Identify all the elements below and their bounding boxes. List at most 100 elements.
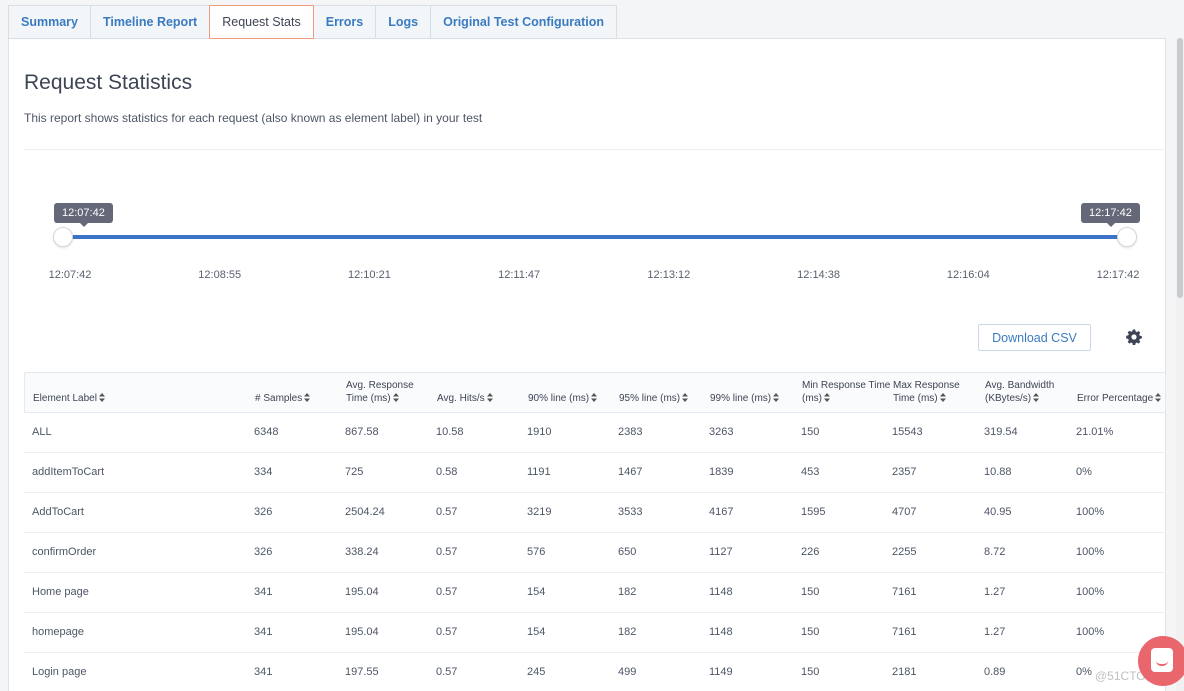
column-header-line1: Min Response Time [802, 380, 891, 391]
time-tick-label: 12:08:55 [198, 269, 242, 281]
page-title: Request Statistics [24, 71, 193, 94]
table-cell: ALL [32, 426, 52, 438]
tab-timeline-report[interactable]: Timeline Report [89, 5, 210, 39]
table-row[interactable]: ALL 6348 867.58 10.58 1910 2383 3263 150 15543 31… [24, 413, 1166, 453]
column-header[interactable]: Error Percentage [1077, 392, 1162, 405]
table-cell: 3219 [527, 506, 552, 518]
table-row[interactable]: AddToCart 326 2504.24 0.57 3219 3533 4167 1595 4… [24, 493, 1166, 533]
scrollbar-thumb[interactable] [1177, 38, 1183, 298]
table-cell: 2181 [892, 666, 917, 678]
tab-summary[interactable]: Summary [8, 5, 90, 39]
table-cell: 100% [1076, 546, 1105, 558]
table-row[interactable]: homepage 341 195.04 0.57 154 182 1148 150 7161 1.… [24, 613, 1166, 653]
table-cell: 100% [1076, 586, 1105, 598]
tab-logs[interactable]: Logs [375, 5, 431, 39]
sort-icon[interactable] [682, 393, 689, 403]
column-header[interactable]: Min Response Time (ms) [802, 379, 890, 405]
sort-icon[interactable] [304, 393, 311, 403]
time-tick-label: 12:11:47 [498, 269, 541, 281]
end-handle[interactable] [1117, 227, 1137, 247]
report-tabs: Summary Timeline Report Request Stats Er… [8, 5, 618, 39]
table-cell: 0.58 [436, 466, 458, 478]
tab-original-test-configuration[interactable]: Original Test Configuration [430, 5, 618, 39]
sort-icon[interactable] [824, 393, 830, 403]
table-cell: 326 [254, 546, 273, 558]
column-header[interactable]: 99% line (ms) [710, 392, 780, 405]
table-body: ALL 6348 867.58 10.58 1910 2383 3263 150 15543 31… [24, 413, 1166, 691]
table-cell: 1910 [527, 426, 552, 438]
column-header[interactable]: 90% line (ms) [528, 392, 598, 405]
table-row[interactable]: Home page 341 195.04 0.57 154 182 1148 150 7161 1… [24, 573, 1166, 613]
table-cell: 1148 [709, 626, 733, 638]
table-cell: 3263 [709, 426, 734, 438]
table-cell: 867.58 [345, 426, 379, 438]
time-tick-label: 12:16:04 [946, 269, 990, 281]
table-cell: 197.55 [345, 666, 379, 678]
start-handle[interactable] [53, 227, 73, 247]
column-header[interactable]: Max Response Time (ms) [893, 379, 960, 405]
sort-icon[interactable] [392, 393, 399, 403]
time-tick-label: 12:07:42 [48, 269, 92, 281]
page-description: This report shows statistics for each re… [24, 111, 483, 125]
table-cell: 0.57 [436, 626, 458, 638]
sort-icon[interactable] [773, 393, 780, 403]
sort-icon[interactable] [1155, 393, 1162, 403]
table-cell: 0% [1076, 666, 1092, 678]
table-cell: 334 [254, 466, 273, 478]
table-cell: confirmOrder [32, 546, 97, 558]
sort-icon[interactable] [98, 393, 105, 403]
request-stats-table: Element Label # Samples Avg. Response Time … [24, 372, 1166, 691]
sort-icon[interactable] [591, 393, 598, 403]
table-row[interactable]: addItemToCart 334 725 0.58 1191 1467 1839 453 23… [24, 453, 1166, 493]
download-csv-button[interactable]: Download CSV [978, 324, 1091, 351]
table-cell: 10.58 [436, 426, 464, 438]
request-stats-panel: Request Statistics This report shows sta… [8, 38, 1166, 691]
slider-track-selected[interactable] [63, 235, 1127, 239]
column-header-label: 99% line (ms) [710, 393, 772, 404]
table-cell: 100% [1076, 626, 1105, 638]
table-cell: 725 [345, 466, 364, 478]
column-header[interactable]: Avg. Bandwidth (KBytes/s) [985, 379, 1054, 405]
chat-widget-button[interactable] [1138, 636, 1184, 686]
column-header[interactable]: # Samples [255, 392, 311, 405]
column-header[interactable]: Element Label [33, 392, 105, 405]
table-cell: 4167 [709, 506, 734, 518]
sort-icon[interactable] [939, 393, 946, 403]
tab-request-stats[interactable]: Request Stats [209, 5, 314, 39]
column-header[interactable]: Avg. Response Time (ms) [346, 379, 414, 405]
table-cell: 453 [801, 466, 820, 478]
sort-icon[interactable] [486, 393, 493, 403]
table-cell: 150 [801, 626, 820, 638]
table-cell: addItemToCart [32, 466, 105, 478]
table-cell: 319.54 [984, 426, 1018, 438]
column-header[interactable]: 95% line (ms) [619, 392, 689, 405]
column-header[interactable]: Avg. Hits/s [437, 392, 493, 405]
column-header-label: Avg. Hits/s [437, 393, 485, 404]
gear-icon[interactable] [1126, 329, 1142, 345]
table-cell: 576 [527, 546, 546, 558]
table-row[interactable]: Login page 341 197.55 0.57 245 499 1149 150 2181… [24, 653, 1166, 691]
column-header-label: (KBytes/s) [985, 393, 1032, 404]
table-cell: 150 [801, 426, 820, 438]
sort-icon[interactable] [1033, 393, 1040, 403]
divider [24, 149, 1166, 150]
table-cell: 245 [527, 666, 546, 678]
column-header-line1: Avg. Response [346, 380, 414, 391]
table-cell: 650 [618, 546, 637, 558]
table-cell: 338.24 [345, 546, 379, 558]
table-cell: 150 [801, 666, 820, 678]
table-cell: 4707 [892, 506, 917, 518]
table-cell: 150 [801, 586, 820, 598]
table-cell: 40.95 [984, 506, 1012, 518]
column-header-line1: Avg. Bandwidth [985, 380, 1055, 391]
tab-errors[interactable]: Errors [313, 5, 376, 39]
time-tick-label: 12:17:42 [1096, 269, 1140, 281]
table-cell: 0.57 [436, 546, 458, 558]
table-cell: 341 [254, 586, 273, 598]
table-cell: 1.27 [984, 586, 1006, 598]
table-cell: 1127 [709, 546, 733, 558]
page-scrollbar[interactable] [1176, 38, 1184, 691]
table-cell: 341 [254, 626, 273, 638]
table-row[interactable]: confirmOrder 326 338.24 0.57 576 650 1127 226 22… [24, 533, 1166, 573]
table-cell: 1467 [618, 466, 643, 478]
